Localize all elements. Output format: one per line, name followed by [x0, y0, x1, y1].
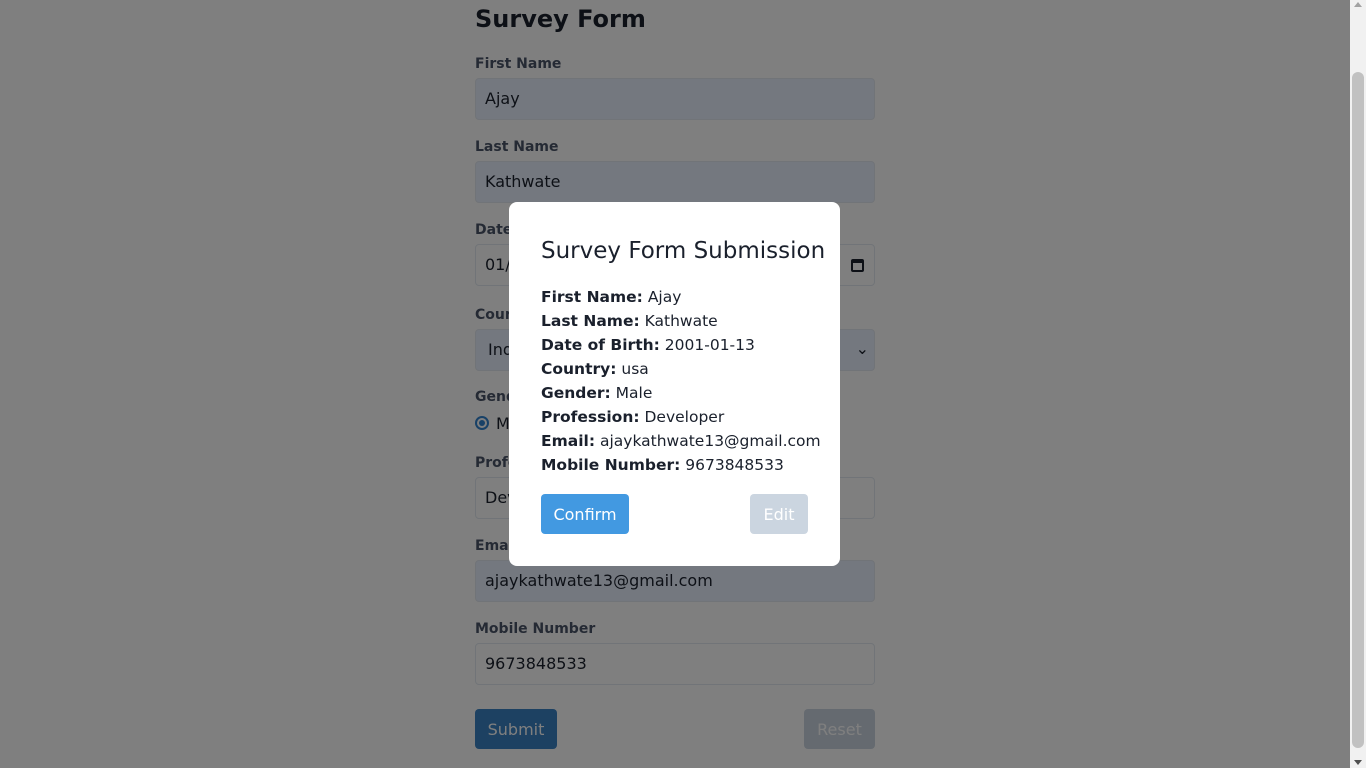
- summary-value: usa: [621, 360, 649, 378]
- summary-key: Country:: [541, 360, 617, 378]
- summary-key: Gender:: [541, 384, 611, 402]
- summary-row: Gender: Male: [541, 384, 652, 402]
- scrollbar[interactable]: [1350, 0, 1366, 768]
- summary-row: Country: usa: [541, 360, 649, 378]
- modal-title: Survey Form Submission: [541, 238, 826, 264]
- summary-row: Mobile Number: 9673848533: [541, 456, 784, 474]
- summary-row: Date of Birth: 2001-01-13: [541, 336, 755, 354]
- summary-key: Date of Birth:: [541, 336, 660, 354]
- confirm-button[interactable]: Confirm: [541, 494, 629, 534]
- summary-key: Profession:: [541, 408, 640, 426]
- summary-value: 2001-01-13: [664, 336, 755, 354]
- summary-value: Developer: [644, 408, 725, 426]
- summary-key: Mobile Number:: [541, 456, 681, 474]
- summary-row: Last Name: Kathwate: [541, 312, 718, 330]
- scroll-up-icon[interactable]: [1354, 2, 1362, 7]
- summary-key: Email:: [541, 432, 596, 450]
- summary-value: Male: [615, 384, 653, 402]
- summary-row: Email: ajaykathwate13@gmail.com: [541, 432, 821, 450]
- summary-value: Ajay: [647, 288, 682, 306]
- summary-row: First Name: Ajay: [541, 288, 681, 306]
- summary-value: Kathwate: [644, 312, 718, 330]
- summary-key: Last Name:: [541, 312, 640, 330]
- submission-modal: Survey Form Submission First Name: Ajay …: [509, 202, 840, 566]
- edit-button[interactable]: Edit: [750, 494, 808, 534]
- summary-key: First Name:: [541, 288, 643, 306]
- summary-row: Profession: Developer: [541, 408, 724, 426]
- scrollbar-thumb[interactable]: [1352, 72, 1364, 748]
- summary-value: ajaykathwate13@gmail.com: [599, 432, 821, 450]
- summary-value: 9673848533: [685, 456, 784, 474]
- scroll-down-icon[interactable]: [1354, 760, 1362, 765]
